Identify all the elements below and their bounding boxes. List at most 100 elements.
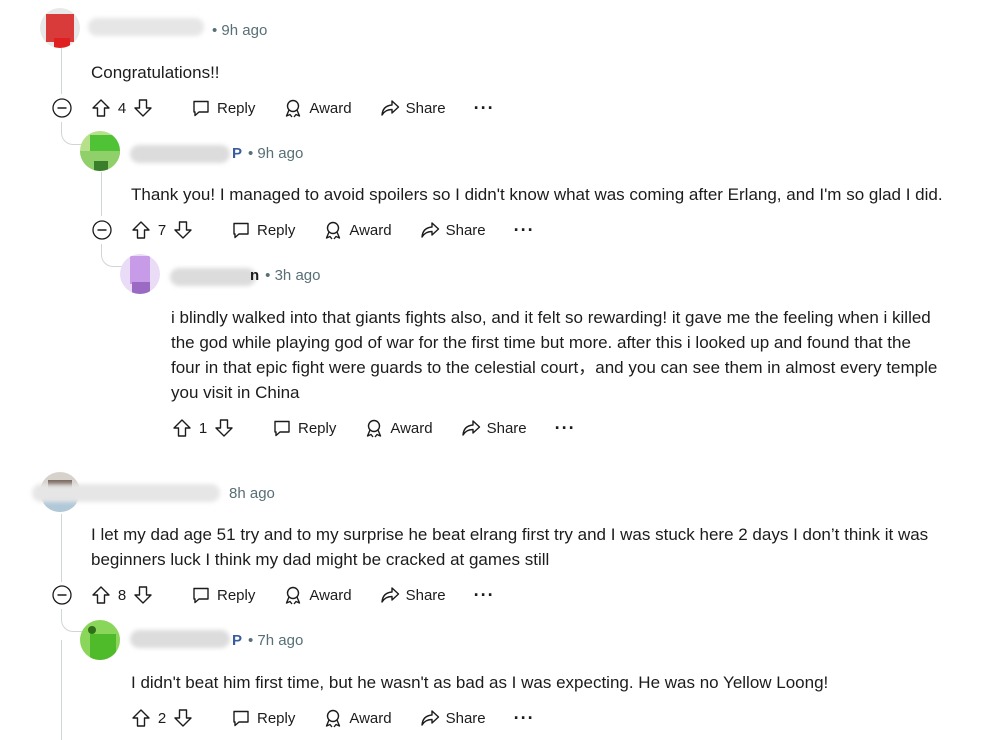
thread-branch bbox=[61, 615, 82, 632]
action-bar: 8 Reply Award Share ··· bbox=[91, 579, 523, 611]
share-button[interactable]: Share bbox=[380, 98, 446, 118]
action-bar: 2 Reply Award Share ··· bbox=[131, 702, 563, 734]
downvote-icon[interactable] bbox=[133, 98, 153, 118]
username-suffix: n bbox=[250, 267, 260, 284]
username-suffix: P bbox=[232, 145, 243, 162]
reply-button[interactable]: Reply bbox=[231, 708, 295, 728]
vote-group: 1 bbox=[172, 418, 234, 438]
username-suffix: P bbox=[232, 632, 243, 649]
reply-button[interactable]: Reply bbox=[191, 98, 255, 118]
share-button[interactable]: Share bbox=[461, 418, 527, 438]
more-options-button[interactable]: ··· bbox=[474, 99, 495, 117]
vote-count: 1 bbox=[198, 419, 208, 437]
award-label: Award bbox=[349, 221, 392, 239]
award-icon bbox=[286, 586, 301, 605]
more-dots-icon: ··· bbox=[513, 708, 535, 728]
share-icon bbox=[380, 587, 399, 603]
comment-line: four in that epic fight were guards to t… bbox=[171, 358, 938, 377]
reply-label: Reply bbox=[257, 221, 296, 239]
award-icon bbox=[286, 99, 301, 118]
comment-bubble-icon bbox=[233, 710, 249, 727]
vote-count: 4 bbox=[117, 99, 127, 117]
thread-branch bbox=[101, 250, 122, 267]
upvote-icon[interactable] bbox=[131, 708, 151, 728]
share-icon bbox=[420, 710, 439, 726]
share-button[interactable]: Share bbox=[420, 708, 486, 728]
thread-line bbox=[61, 514, 62, 582]
avatar[interactable] bbox=[80, 620, 120, 660]
award-button[interactable]: Award bbox=[283, 585, 352, 605]
username[interactable] bbox=[170, 268, 256, 286]
reply-button[interactable]: Reply bbox=[191, 585, 255, 605]
share-icon bbox=[461, 420, 480, 436]
more-options-button[interactable]: ··· bbox=[555, 419, 576, 437]
username[interactable] bbox=[130, 630, 230, 648]
username[interactable] bbox=[88, 18, 204, 36]
time-text: • 9h ago bbox=[212, 22, 268, 39]
collapse-thread-button[interactable] bbox=[52, 585, 72, 605]
username[interactable] bbox=[130, 145, 230, 163]
comment-line: the god while playing god of war for the… bbox=[171, 333, 911, 352]
award-button[interactable]: Award bbox=[364, 418, 433, 438]
comment-line: you visit in China bbox=[171, 383, 300, 402]
vote-group: 2 bbox=[131, 708, 193, 728]
share-label: Share bbox=[405, 586, 446, 604]
time-text: 8h ago bbox=[229, 485, 275, 502]
comment-line: i blindly walked into that giants fights… bbox=[171, 308, 931, 327]
share-button[interactable]: Share bbox=[380, 585, 446, 605]
reply-label: Reply bbox=[257, 709, 296, 727]
action-bar: 7 Reply Award Share ··· bbox=[131, 214, 563, 246]
upvote-icon[interactable] bbox=[172, 418, 192, 438]
comment-line: I let my dad age 51 try and to my surpri… bbox=[91, 525, 929, 544]
award-icon bbox=[367, 419, 382, 438]
share-icon bbox=[380, 100, 399, 116]
award-label: Award bbox=[390, 419, 433, 437]
downvote-icon[interactable] bbox=[173, 220, 193, 240]
upvote-icon[interactable] bbox=[91, 98, 111, 118]
comment-bubble-icon bbox=[193, 587, 209, 604]
downvote-icon[interactable] bbox=[133, 585, 153, 605]
award-button[interactable]: Award bbox=[323, 708, 392, 728]
avatar[interactable] bbox=[40, 8, 80, 48]
award-button[interactable]: Award bbox=[323, 220, 392, 240]
share-button[interactable]: Share bbox=[420, 220, 486, 240]
reply-button[interactable]: Reply bbox=[272, 418, 336, 438]
more-options-button[interactable]: ··· bbox=[474, 586, 495, 604]
timestamp: n • 3h ago bbox=[250, 267, 320, 284]
upvote-icon[interactable] bbox=[91, 585, 111, 605]
more-options-button[interactable]: ··· bbox=[514, 221, 535, 239]
collapse-thread-button[interactable] bbox=[92, 220, 112, 240]
comment-bubble-icon bbox=[193, 100, 209, 117]
award-button[interactable]: Award bbox=[283, 98, 352, 118]
reply-label: Reply bbox=[298, 419, 337, 437]
thread-line bbox=[61, 640, 62, 740]
downvote-icon[interactable] bbox=[173, 708, 193, 728]
vote-group: 7 bbox=[131, 220, 193, 240]
vote-group: 8 bbox=[91, 585, 153, 605]
comment-line: Congratulations!! bbox=[91, 63, 220, 82]
downvote-icon[interactable] bbox=[214, 418, 234, 438]
time-text: • 9h ago bbox=[248, 145, 304, 162]
avatar[interactable] bbox=[80, 131, 120, 171]
vote-count: 7 bbox=[157, 221, 167, 239]
collapse-thread-button[interactable] bbox=[52, 98, 72, 118]
timestamp: P • 9h ago bbox=[232, 145, 303, 162]
more-dots-icon: ··· bbox=[473, 585, 495, 605]
comment-text: I let my dad age 51 try and to my surpri… bbox=[91, 522, 981, 572]
more-options-button[interactable]: ··· bbox=[514, 709, 535, 727]
time-text: • 3h ago bbox=[265, 267, 321, 284]
comment-text: Thank you! I managed to avoid spoilers s… bbox=[131, 182, 943, 207]
timestamp: 8h ago bbox=[229, 485, 275, 502]
avatar[interactable] bbox=[120, 254, 160, 294]
comment-bubble-icon bbox=[233, 222, 249, 239]
vote-count: 8 bbox=[117, 586, 127, 604]
share-label: Share bbox=[445, 221, 486, 239]
thread-line bbox=[61, 48, 62, 94]
upvote-icon[interactable] bbox=[131, 220, 151, 240]
reply-label: Reply bbox=[217, 99, 256, 117]
reply-button[interactable]: Reply bbox=[231, 220, 295, 240]
share-label: Share bbox=[486, 419, 527, 437]
share-icon bbox=[420, 222, 439, 238]
username[interactable] bbox=[32, 484, 220, 502]
comment-line: I didn't beat him first time, but he was… bbox=[131, 673, 829, 692]
